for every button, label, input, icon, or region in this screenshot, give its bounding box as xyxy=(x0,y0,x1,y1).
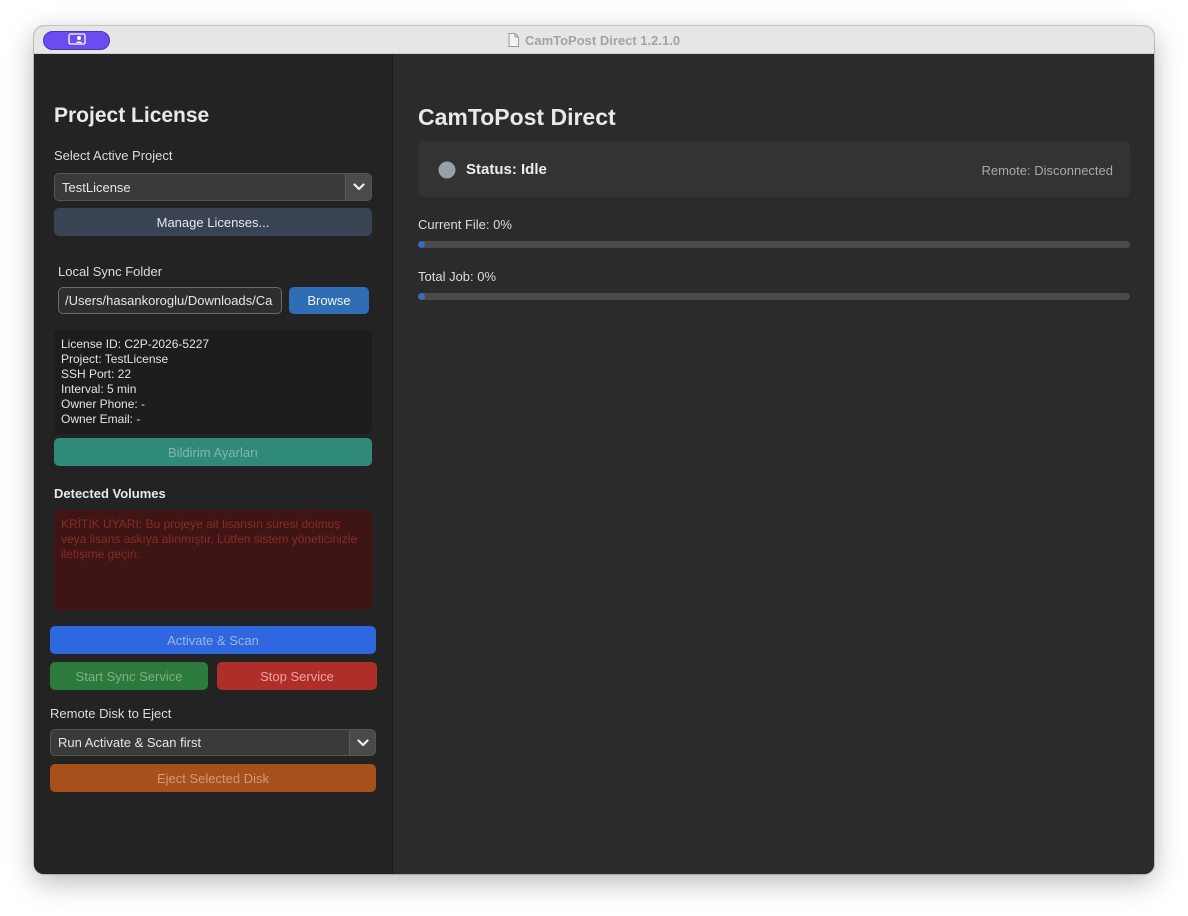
project-select[interactable]: TestLicense xyxy=(54,173,372,201)
main-panel: CamToPost Direct Status: Idle Remote: Di… xyxy=(393,54,1154,874)
project-select-value: TestLicense xyxy=(62,179,131,195)
current-file-progress-fill xyxy=(418,241,425,248)
ssh-port-line: SSH Port: 22 xyxy=(61,367,132,381)
notification-settings-button[interactable]: Bildirim Ayarları xyxy=(54,438,372,466)
owner-phone-line: Owner Phone: - xyxy=(61,397,146,411)
main-title: CamToPost Direct xyxy=(418,104,616,130)
activate-scan-button[interactable]: Activate & Scan xyxy=(50,626,376,654)
volumes-warning-box: KRİTİK UYARI: Bu projeye ait lisansın sü… xyxy=(54,510,372,610)
sidebar: Project License Select Active Project Te… xyxy=(34,54,393,874)
warning-text: KRİTİK UYARI: Bu projeye ait lisansın sü… xyxy=(61,517,358,561)
manage-licenses-button[interactable]: Manage Licenses... xyxy=(54,208,372,236)
stop-service-button[interactable]: Stop Service xyxy=(217,662,377,690)
title-bar: CamToPost Direct 1.2.1.0 xyxy=(34,26,1154,54)
person-card-icon xyxy=(67,32,86,50)
project-label: Select Active Project xyxy=(54,148,173,163)
start-sync-button[interactable]: Start Sync Service xyxy=(50,662,208,690)
total-job-progress-bar xyxy=(418,293,1130,300)
status-text: Status: Idle xyxy=(466,161,547,178)
interval-line: Interval: 5 min xyxy=(61,382,137,396)
project-line: Project: TestLicense xyxy=(61,352,169,366)
app-window: CamToPost Direct 1.2.1.0 Project License… xyxy=(34,26,1154,874)
eject-disk-select[interactable]: Run Activate & Scan first xyxy=(50,729,376,756)
sync-folder-input[interactable]: /Users/hasankoroglu/Downloads/Ca xyxy=(58,287,282,314)
sidebar-title: Project License xyxy=(54,104,210,127)
chevron-down-icon xyxy=(345,174,371,200)
remote-status: Remote: Disconnected xyxy=(981,163,1113,178)
titlebar-badge-button[interactable] xyxy=(43,31,110,50)
status-card: Status: Idle Remote: Disconnected xyxy=(418,141,1130,197)
current-file-progress-bar xyxy=(418,241,1130,248)
total-job-label: Total Job: 0% xyxy=(418,269,497,284)
status-dot-icon xyxy=(438,161,456,184)
sync-folder-label: Local Sync Folder xyxy=(58,264,163,279)
total-job-progress-fill xyxy=(418,293,425,300)
eject-disk-value: Run Activate & Scan first xyxy=(58,735,202,750)
current-file-label: Current File: 0% xyxy=(418,217,512,232)
chevron-down-icon xyxy=(349,730,375,755)
detected-volumes-label: Detected Volumes xyxy=(54,486,166,501)
document-icon xyxy=(508,33,519,47)
owner-email-line: Owner Email: - xyxy=(61,412,141,426)
license-id-line: License ID: C2P-2026-5227 xyxy=(61,337,210,351)
eject-selected-disk-button[interactable]: Eject Selected Disk xyxy=(50,764,376,792)
license-info-box: License ID: C2P-2026-5227 Project: TestL… xyxy=(54,330,372,434)
eject-disk-label: Remote Disk to Eject xyxy=(50,706,172,721)
browse-button[interactable]: Browse xyxy=(289,287,369,314)
window-title-area: CamToPost Direct 1.2.1.0 xyxy=(34,26,1154,54)
window-title: CamToPost Direct 1.2.1.0 xyxy=(524,32,681,48)
